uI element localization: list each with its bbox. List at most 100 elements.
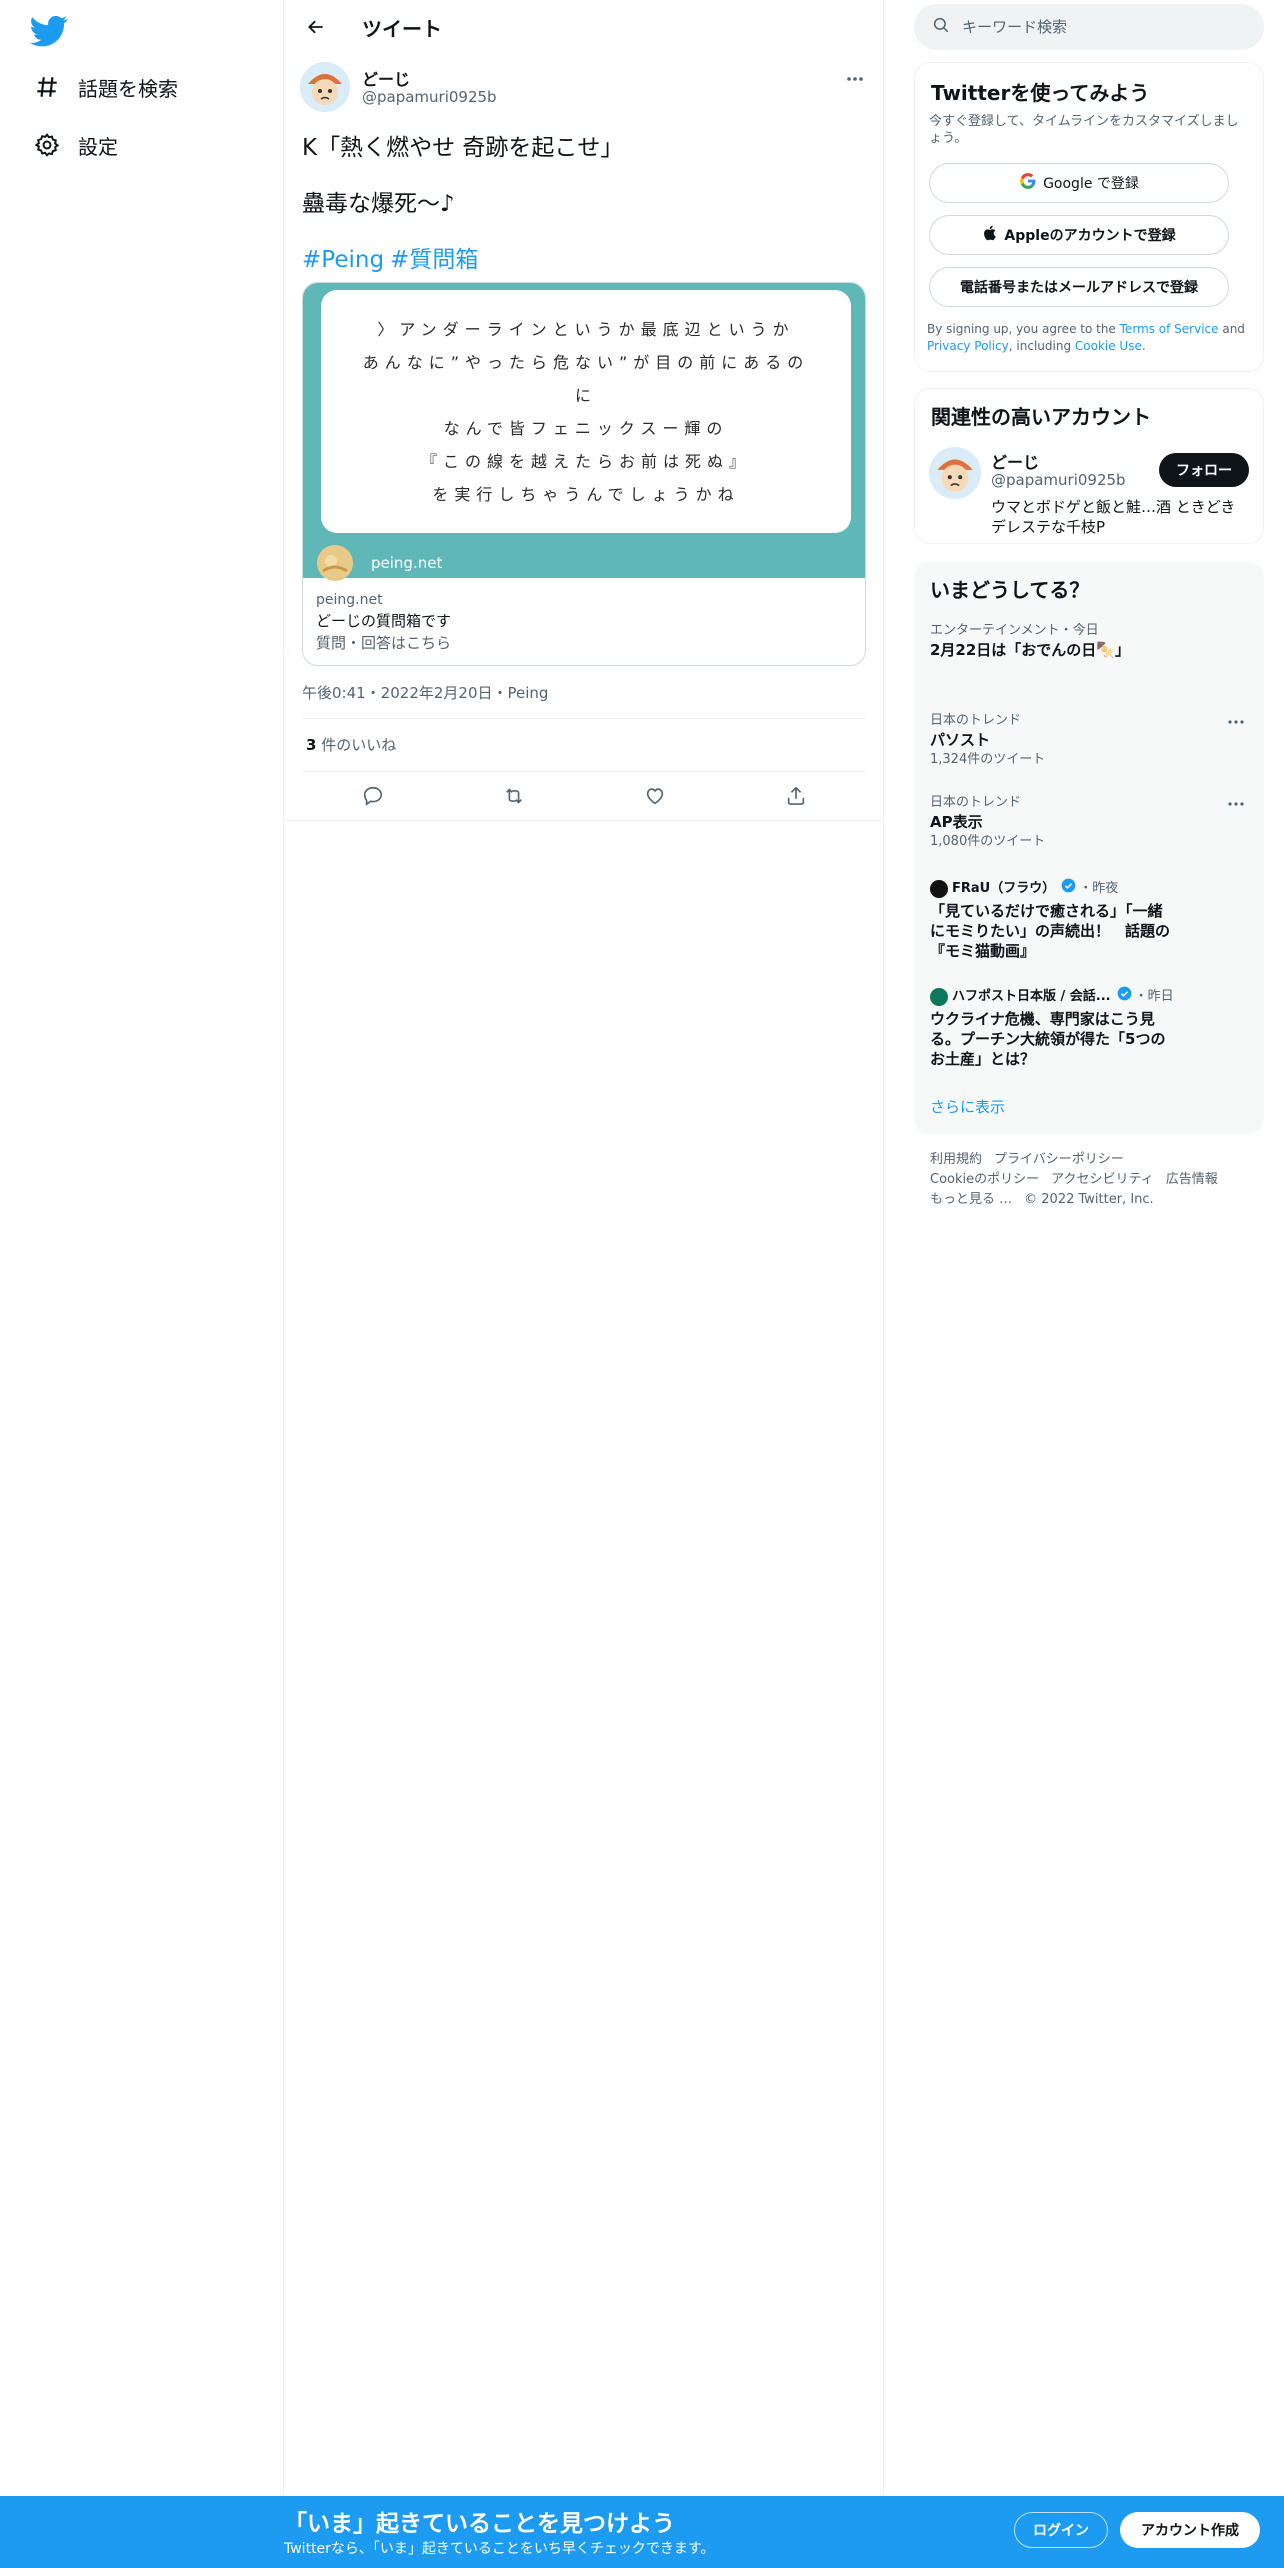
apple-signup-label: Appleのアカウントで登録 bbox=[1004, 228, 1176, 244]
google-icon bbox=[1019, 172, 1037, 194]
twitter-logo-icon[interactable] bbox=[30, 12, 68, 50]
phone-signup-label: 電話番号またはメールアドレスで登録 bbox=[960, 280, 1198, 296]
link-card[interactable]: 〉アンダーラインというか最底辺というか あんなに”やったら危ない”が目の前にある… bbox=[302, 282, 866, 666]
author-name[interactable]: どーじ bbox=[362, 66, 410, 90]
avatar[interactable] bbox=[929, 447, 981, 499]
hashtag-icon bbox=[30, 70, 64, 104]
terms-link[interactable]: Terms of Service bbox=[1120, 322, 1219, 336]
question-line: を実行しちゃうんでしょうかね bbox=[432, 484, 740, 504]
question-line: 『この線を越えたらお前は死ぬ』 bbox=[420, 451, 751, 471]
likes-count[interactable]: 3 件のいいね bbox=[306, 734, 396, 755]
source-avatar bbox=[930, 987, 948, 1006]
card-brand: peing.net bbox=[317, 545, 442, 581]
question-line: 〉アンダーラインというか最底辺というか bbox=[377, 319, 795, 339]
nav-item-label: 話題を検索 bbox=[78, 76, 178, 101]
terms-text: , including bbox=[1008, 339, 1075, 353]
google-signup-label: Google で登録 bbox=[1043, 176, 1139, 192]
brand-avatar bbox=[317, 545, 353, 581]
card-image: 〉アンダーラインというか最底辺というか あんなに”やったら危ない”が目の前にある… bbox=[303, 283, 865, 581]
create-account-button[interactable]: アカウント作成 bbox=[1120, 2512, 1260, 2548]
copyright: © 2022 Twitter, Inc. bbox=[1024, 1192, 1154, 1207]
card-description: 質問・回答はこちら bbox=[316, 634, 452, 652]
tweet-actions bbox=[302, 777, 866, 815]
share-icon[interactable] bbox=[779, 779, 813, 813]
footer-link[interactable]: Cookieのポリシー bbox=[930, 1172, 1039, 1187]
retweet-icon[interactable] bbox=[497, 779, 531, 813]
footer-link[interactable]: プライバシーポリシー bbox=[994, 1152, 1124, 1167]
left-nav: 話題を検索 設定 bbox=[0, 0, 284, 2568]
trend-context: 日本のトレンド bbox=[930, 795, 1022, 810]
more-options-icon[interactable] bbox=[1224, 794, 1248, 814]
google-signup-button[interactable]: Google で登録 bbox=[929, 163, 1229, 203]
signup-subtext: 今すぐ登録して、タイムラインをカスタマイズしましょう。 bbox=[929, 114, 1239, 146]
trend-item[interactable]: 日本のトレンド AP表示 1,080件のツイート bbox=[930, 794, 1248, 852]
trend-title: パソスト bbox=[930, 731, 991, 749]
trend-title: AP表示 bbox=[930, 813, 983, 831]
hashtag-link[interactable]: #Peing bbox=[302, 247, 384, 273]
follow-button[interactable]: フォロー bbox=[1159, 453, 1249, 487]
footer-link[interactable]: 広告情報 bbox=[1166, 1172, 1218, 1187]
likes-label: 件のいいね bbox=[316, 736, 397, 754]
divider bbox=[302, 718, 866, 719]
more-options-icon[interactable] bbox=[840, 64, 870, 94]
verified-badge-icon bbox=[1117, 986, 1132, 1007]
tweet-text-line: K「熱く燃やせ 奇跡を起こせ」 bbox=[302, 135, 624, 161]
more-options-icon[interactable] bbox=[1224, 712, 1248, 732]
gear-icon bbox=[30, 128, 64, 162]
trend-item[interactable]: エンターテインメント・今日 2月22日は「おでんの日🍢」 bbox=[930, 622, 1248, 660]
related-heading: 関連性の高いアカウント bbox=[931, 405, 1151, 429]
main-column: ツイート どーじ @papamuri0925b K「熱く燃やせ 奇跡を起こせ」 … bbox=[284, 0, 884, 2568]
question-line: なんで皆フェニックスー輝の bbox=[443, 418, 729, 438]
terms-text: . bbox=[1141, 339, 1146, 353]
banner-subtext: Twitterなら、「いま」起きていることをいち早くチェックできます。 bbox=[284, 2541, 715, 2557]
author-handle[interactable]: @papamuri0925b bbox=[362, 88, 497, 106]
reply-icon[interactable] bbox=[356, 779, 390, 813]
phone-email-signup-button[interactable]: 電話番号またはメールアドレスで登録 bbox=[929, 267, 1229, 307]
tweet-text-line: 蠱毒な爆死〜♪ bbox=[302, 191, 455, 217]
related-account-handle[interactable]: @papamuri0925b bbox=[991, 471, 1126, 489]
apple-icon bbox=[982, 224, 998, 246]
trend-count: 1,080件のツイート bbox=[930, 834, 1046, 849]
show-more-link[interactable]: さらに表示 bbox=[930, 1096, 1005, 1117]
search-bar[interactable] bbox=[914, 4, 1264, 50]
brand-label: peing.net bbox=[371, 554, 443, 572]
news-source: FRaU（フラウ） ・昨夜 bbox=[930, 878, 1248, 899]
footer-link[interactable]: 利用規約 bbox=[930, 1152, 982, 1167]
likes-number: 3 bbox=[306, 736, 317, 754]
trend-context: エンターテインメント・今日 bbox=[930, 623, 1099, 638]
terms-text: By signing up, you agree to the bbox=[927, 322, 1120, 336]
signup-terms: By signing up, you agree to the Terms of… bbox=[927, 321, 1253, 355]
page-title: ツイート bbox=[362, 16, 442, 41]
news-item[interactable]: FRaU（フラウ） ・昨夜 「見ているだけで癒される」「一緒にモミりたい」の声続… bbox=[930, 878, 1248, 961]
tweet-author: どーじ @papamuri0925b bbox=[300, 62, 870, 114]
trend-item[interactable]: 日本のトレンド パソスト 1,324件のツイート bbox=[930, 712, 1248, 770]
question-board: 〉アンダーラインというか最底辺というか あんなに”やったら危ない”が目の前にある… bbox=[321, 290, 851, 533]
back-arrow-icon[interactable] bbox=[296, 7, 336, 47]
like-icon[interactable] bbox=[638, 779, 672, 813]
verified-badge-icon bbox=[1061, 878, 1076, 899]
source-avatar bbox=[930, 879, 948, 898]
cookie-link[interactable]: Cookie Use bbox=[1075, 339, 1142, 353]
page-header: ツイート bbox=[284, 0, 884, 54]
nav-item-settings[interactable]: 設定 bbox=[30, 120, 118, 170]
related-account-name[interactable]: どーじ bbox=[991, 449, 1039, 473]
avatar[interactable] bbox=[300, 62, 350, 112]
related-account-bio: ウマとボドゲと飯と鮭…酒 ときどきデレステな千枝P bbox=[991, 498, 1236, 536]
news-time: ・昨夜 bbox=[1079, 880, 1119, 896]
news-source: ハフポスト日本版 / 会話... ・昨日 bbox=[930, 986, 1248, 1007]
footer-link[interactable]: もっと見る … bbox=[930, 1192, 1012, 1207]
footer-links: 利用規約 プライバシーポリシー Cookieのポリシー アクセシビリティ 広告情報 も… bbox=[930, 1150, 1260, 1210]
privacy-link[interactable]: Privacy Policy bbox=[927, 339, 1009, 353]
footer-link[interactable]: アクセシビリティ bbox=[1051, 1172, 1154, 1187]
apple-signup-button[interactable]: Appleのアカウントで登録 bbox=[929, 215, 1229, 255]
search-icon bbox=[932, 16, 950, 38]
login-button[interactable]: ログイン bbox=[1014, 2512, 1108, 2548]
banner-heading: 「いま」起きていることを見つけよう bbox=[284, 2511, 675, 2537]
trends-heading: いまどうしてる？ bbox=[930, 578, 1090, 602]
news-item[interactable]: ハフポスト日本版 / 会話... ・昨日 ウクライナ危機、専門家はこう見る。プー… bbox=[930, 986, 1248, 1069]
nav-item-explore[interactable]: 話題を検索 bbox=[30, 62, 178, 112]
divider bbox=[302, 771, 866, 772]
search-input[interactable] bbox=[962, 18, 1222, 36]
tweet-timestamp[interactable]: 午後0:41・2022年2月20日・Peing bbox=[302, 682, 548, 703]
hashtag-link[interactable]: #質問箱 bbox=[390, 247, 478, 273]
